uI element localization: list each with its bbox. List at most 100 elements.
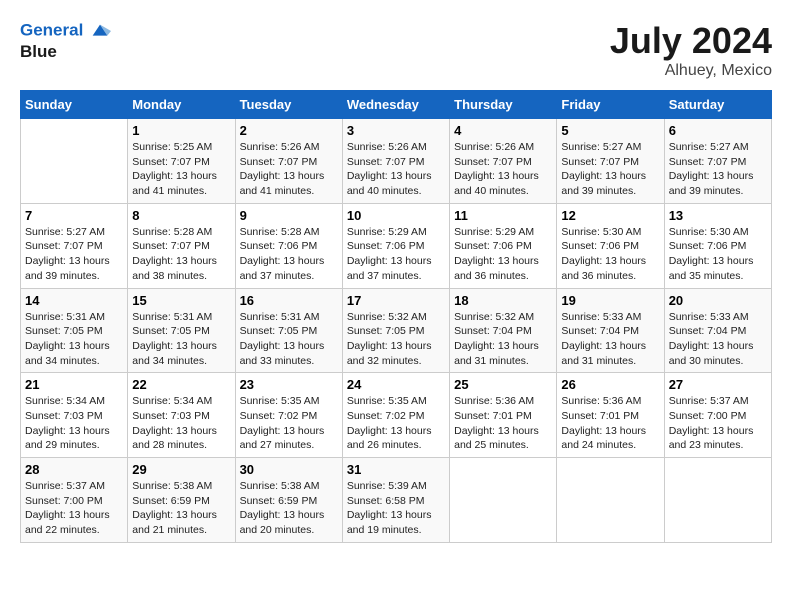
daylight-text-2: and 39 minutes. [669,184,767,199]
daylight-text: Daylight: 13 hours [240,424,338,439]
logo: General Blue [20,20,111,62]
day-number: 17 [347,293,445,308]
daylight-text: Daylight: 13 hours [454,424,552,439]
day-number: 23 [240,377,338,392]
sunset-text: Sunset: 7:07 PM [25,239,123,254]
sunset-text: Sunset: 7:06 PM [454,239,552,254]
day-info: Sunrise: 5:38 AMSunset: 6:59 PMDaylight:… [132,479,230,538]
daylight-text: Daylight: 13 hours [347,339,445,354]
daylight-text: Daylight: 13 hours [240,508,338,523]
daylight-text-2: and 31 minutes. [454,354,552,369]
daylight-text: Daylight: 13 hours [454,254,552,269]
day-info: Sunrise: 5:30 AMSunset: 7:06 PMDaylight:… [561,225,659,284]
daylight-text: Daylight: 13 hours [240,169,338,184]
day-info: Sunrise: 5:32 AMSunset: 7:04 PMDaylight:… [454,310,552,369]
day-number: 9 [240,208,338,223]
sunset-text: Sunset: 7:07 PM [240,155,338,170]
calendar-cell: 9Sunrise: 5:28 AMSunset: 7:06 PMDaylight… [235,203,342,288]
day-number: 21 [25,377,123,392]
calendar-cell: 6Sunrise: 5:27 AMSunset: 7:07 PMDaylight… [664,119,771,204]
col-header-thursday: Thursday [450,91,557,119]
daylight-text: Daylight: 13 hours [240,339,338,354]
logo-line2: Blue [20,42,111,62]
calendar-cell [664,458,771,543]
calendar-cell: 30Sunrise: 5:38 AMSunset: 6:59 PMDayligh… [235,458,342,543]
sunrise-text: Sunrise: 5:30 AM [561,225,659,240]
day-info: Sunrise: 5:25 AMSunset: 7:07 PMDaylight:… [132,140,230,199]
day-number: 8 [132,208,230,223]
daylight-text: Daylight: 13 hours [669,339,767,354]
calendar-cell [557,458,664,543]
day-number: 29 [132,462,230,477]
sunset-text: Sunset: 7:03 PM [132,409,230,424]
sunrise-text: Sunrise: 5:36 AM [561,394,659,409]
day-info: Sunrise: 5:31 AMSunset: 7:05 PMDaylight:… [25,310,123,369]
day-info: Sunrise: 5:38 AMSunset: 6:59 PMDaylight:… [240,479,338,538]
daylight-text: Daylight: 13 hours [132,169,230,184]
sunrise-text: Sunrise: 5:31 AM [132,310,230,325]
daylight-text-2: and 37 minutes. [347,269,445,284]
day-number: 24 [347,377,445,392]
sunrise-text: Sunrise: 5:38 AM [132,479,230,494]
daylight-text-2: and 38 minutes. [132,269,230,284]
day-info: Sunrise: 5:33 AMSunset: 7:04 PMDaylight:… [561,310,659,369]
calendar-cell: 15Sunrise: 5:31 AMSunset: 7:05 PMDayligh… [128,288,235,373]
calendar-cell: 12Sunrise: 5:30 AMSunset: 7:06 PMDayligh… [557,203,664,288]
main-title: July 2024 [610,20,772,62]
calendar-cell: 11 Sunrise: 5:29 AMSunset: 7:06 PMDayligh… [450,203,557,288]
day-info: Sunrise: 5:34 AMSunset: 7:03 PMDaylight:… [25,394,123,453]
sunrise-text: Sunrise: 5:29 AM [454,225,552,240]
calendar-cell: 10Sunrise: 5:29 AMSunset: 7:06 PMDayligh… [342,203,449,288]
sunrise-text: Sunrise: 5:37 AM [25,479,123,494]
daylight-text-2: and 33 minutes. [240,354,338,369]
calendar-cell: 18Sunrise: 5:32 AMSunset: 7:04 PMDayligh… [450,288,557,373]
sunrise-text: Sunrise: 5:27 AM [669,140,767,155]
calendar-cell: 14 Sunrise: 5:31 AMSunset: 7:05 PMDayligh… [21,288,128,373]
calendar-cell: 22Sunrise: 5:34 AMSunset: 7:03 PMDayligh… [128,373,235,458]
daylight-text-2: and 41 minutes. [240,184,338,199]
day-number: 13 [669,208,767,223]
title-block: July 2024 Alhuey, Mexico [610,20,772,80]
calendar-cell: 21 Sunrise: 5:34 AMSunset: 7:03 PMDayligh… [21,373,128,458]
sunrise-text: Sunrise: 5:30 AM [669,225,767,240]
sunset-text: Sunset: 7:00 PM [25,494,123,509]
sunrise-text: Sunrise: 5:32 AM [347,310,445,325]
sunrise-text: Sunrise: 5:27 AM [561,140,659,155]
sunset-text: Sunset: 7:00 PM [669,409,767,424]
sunset-text: Sunset: 7:07 PM [561,155,659,170]
week-row-4: 21 Sunrise: 5:34 AMSunset: 7:03 PMDayligh… [21,373,772,458]
day-number: 7 [25,208,123,223]
page-header: General Blue July 2024 Alhuey, Mexico [20,20,772,80]
calendar-cell: 3Sunrise: 5:26 AMSunset: 7:07 PMDaylight… [342,119,449,204]
day-info: Sunrise: 5:27 AMSunset: 7:07 PMDaylight:… [561,140,659,199]
sunrise-text: Sunrise: 5:37 AM [669,394,767,409]
daylight-text: Daylight: 13 hours [669,424,767,439]
daylight-text: Daylight: 13 hours [25,254,123,269]
daylight-text-2: and 28 minutes. [132,438,230,453]
daylight-text-2: and 34 minutes. [132,354,230,369]
day-info: Sunrise: 5:26 AMSunset: 7:07 PMDaylight:… [454,140,552,199]
day-number: 11 [454,208,552,223]
sunset-text: Sunset: 7:07 PM [454,155,552,170]
daylight-text: Daylight: 13 hours [132,424,230,439]
col-header-friday: Friday [557,91,664,119]
sunrise-text: Sunrise: 5:31 AM [240,310,338,325]
sunrise-text: Sunrise: 5:33 AM [561,310,659,325]
sunrise-text: Sunrise: 5:35 AM [347,394,445,409]
daylight-text: Daylight: 13 hours [347,508,445,523]
sunset-text: Sunset: 7:07 PM [669,155,767,170]
daylight-text-2: and 21 minutes. [132,523,230,538]
day-info: Sunrise: 5:36 AMSunset: 7:01 PMDaylight:… [454,394,552,453]
daylight-text-2: and 41 minutes. [132,184,230,199]
daylight-text-2: and 25 minutes. [454,438,552,453]
sunrise-text: Sunrise: 5:25 AM [132,140,230,155]
day-number: 19 [561,293,659,308]
calendar-cell: 13Sunrise: 5:30 AMSunset: 7:06 PMDayligh… [664,203,771,288]
week-row-1: 1Sunrise: 5:25 AMSunset: 7:07 PMDaylight… [21,119,772,204]
sunrise-text: Sunrise: 5:27 AM [25,225,123,240]
day-number: 14 [25,293,123,308]
calendar-cell: 5Sunrise: 5:27 AMSunset: 7:07 PMDaylight… [557,119,664,204]
calendar-cell: 27Sunrise: 5:37 AMSunset: 7:00 PMDayligh… [664,373,771,458]
day-info: Sunrise: 5:26 AMSunset: 7:07 PMDaylight:… [347,140,445,199]
subtitle: Alhuey, Mexico [610,62,772,80]
